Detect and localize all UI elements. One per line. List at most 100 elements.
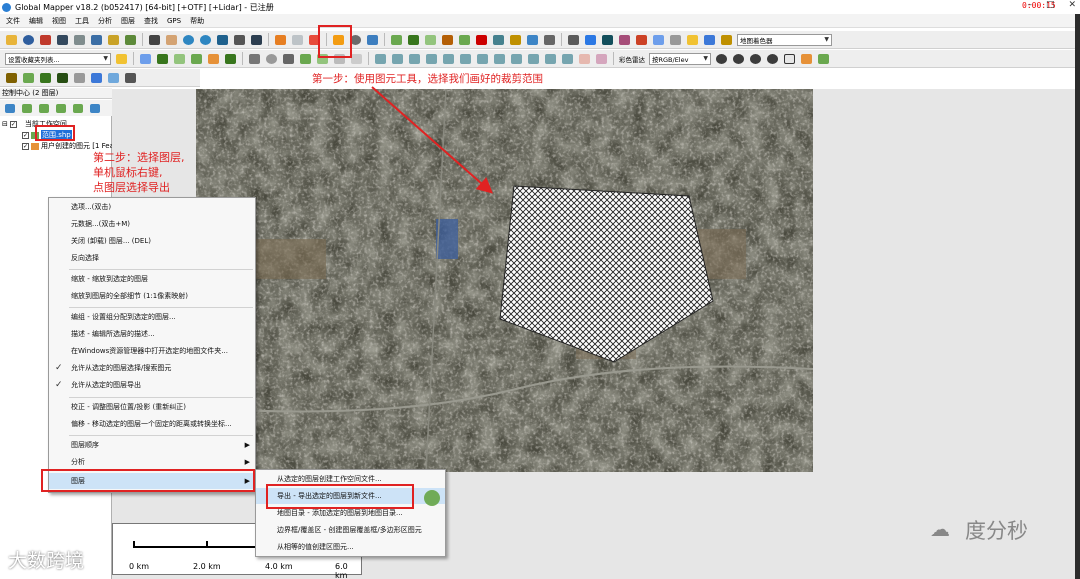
sub-export-layer[interactable]: 导出 - 导出选定的图层到新文件... xyxy=(256,488,445,504)
gear-icon-1[interactable] xyxy=(713,52,729,66)
move-icon-1[interactable] xyxy=(372,52,388,66)
zoom-box-icon[interactable] xyxy=(214,33,230,47)
ctx-open-folder[interactable]: 在Windows资源管理器中打开选定的地图文件夹... xyxy=(49,343,255,359)
move-icon-4[interactable] xyxy=(423,52,439,66)
profile-icon[interactable] xyxy=(280,52,296,66)
grid-icon[interactable] xyxy=(565,33,581,47)
target-icon[interactable] xyxy=(263,52,279,66)
terrain-icon-6[interactable] xyxy=(490,33,506,47)
blend-icon[interactable] xyxy=(616,33,632,47)
ctx-layer[interactable]: 图层 ▶ xyxy=(49,473,255,489)
line-tool-icon-4[interactable] xyxy=(188,52,204,66)
ctx-layer-order[interactable]: 图层顺序 ▶ xyxy=(49,437,255,453)
ctx-zoom-layer[interactable]: 缩放 - 缩放到选定的图层 xyxy=(49,271,255,287)
save-icon[interactable] xyxy=(54,33,70,47)
line-tool-icon-3[interactable] xyxy=(171,52,187,66)
slope-icon[interactable] xyxy=(633,33,649,47)
feature-info-icon[interactable] xyxy=(347,33,363,47)
move-icon-11[interactable] xyxy=(542,52,558,66)
tree-expander[interactable]: ⊟ xyxy=(2,120,8,128)
table-icon[interactable] xyxy=(88,33,104,47)
ctx-allow-select[interactable]: ✓ 允许从选定的图层选择/搜索图元 xyxy=(49,360,255,376)
tree-layer-range-checkbox[interactable]: ✓ xyxy=(22,131,29,139)
flag-icon[interactable] xyxy=(473,33,489,47)
close-icon[interactable]: ✕ xyxy=(1068,0,1076,10)
tree-layer-features-checkbox[interactable]: ✓ xyxy=(22,142,29,150)
move-icon-12[interactable] xyxy=(559,52,575,66)
ctx-rectify[interactable]: 校正 - 调整图层位置/投影 (重新纠正) xyxy=(49,399,255,415)
terrain-icon-3[interactable] xyxy=(422,33,438,47)
edit-disabled-icon[interactable] xyxy=(348,52,364,66)
lidar-icon[interactable] xyxy=(718,33,734,47)
gear-icon-4[interactable] xyxy=(764,52,780,66)
tree-root[interactable]: ⊟ ✓ 当前工作空间 xyxy=(2,119,67,129)
pencil-icon[interactable] xyxy=(272,33,288,47)
line-draw-icon[interactable] xyxy=(331,52,347,66)
sub-create-workspace[interactable]: 从选定的图层创建工作空间文件... xyxy=(256,471,445,487)
grass-icon[interactable] xyxy=(20,71,36,85)
move-icon-9[interactable] xyxy=(508,52,524,66)
data-icon[interactable] xyxy=(37,33,53,47)
menu-tools[interactable]: 工具 xyxy=(75,16,89,26)
filter-icon[interactable] xyxy=(798,52,814,66)
move-icon-3[interactable] xyxy=(406,52,422,66)
building-icon[interactable] xyxy=(71,71,87,85)
shader-icon[interactable] xyxy=(599,33,615,47)
sun-icon[interactable] xyxy=(684,33,700,47)
tree-root-checkbox[interactable]: ✓ xyxy=(9,120,17,128)
move-icon-2[interactable] xyxy=(389,52,405,66)
favorites-select[interactable]: 设置收藏夹列表... ▼ xyxy=(5,52,111,65)
paint-icon[interactable] xyxy=(582,33,598,47)
sub-map-catalog[interactable]: 地图目录 - 添加选定的图层到地图目录... xyxy=(256,505,445,521)
wave-icon[interactable] xyxy=(105,71,121,85)
ctx-options[interactable]: 选项...(双击) xyxy=(49,199,255,215)
ctx-group[interactable]: 编组 - 设置组分配到选定的图层... xyxy=(49,309,255,325)
terrain-icon-7[interactable] xyxy=(507,33,523,47)
water-drop-icon[interactable] xyxy=(88,71,104,85)
path-icon[interactable] xyxy=(297,52,313,66)
brush-icon[interactable] xyxy=(815,52,831,66)
pan-hand-icon[interactable] xyxy=(163,33,179,47)
back-arrow-icon[interactable] xyxy=(231,33,247,47)
star-icon[interactable] xyxy=(113,52,129,66)
digitizer-icon[interactable] xyxy=(364,33,380,47)
ctx-invert-selection[interactable]: 反向选择 xyxy=(49,250,255,266)
line-tool-icon-6[interactable] xyxy=(222,52,238,66)
mountain-icon[interactable] xyxy=(3,71,19,85)
terrain-icon-8[interactable] xyxy=(524,33,540,47)
satellite-imagery[interactable] xyxy=(196,89,813,472)
menu-file[interactable]: 文件 xyxy=(6,16,20,26)
contour-icon[interactable] xyxy=(650,33,666,47)
terrain-icon-2[interactable] xyxy=(405,33,421,47)
warning-icon[interactable] xyxy=(781,52,797,66)
line-tool-icon-2[interactable] xyxy=(154,52,170,66)
view-icon[interactable] xyxy=(314,52,330,66)
move-icon-6[interactable] xyxy=(457,52,473,66)
menu-layer[interactable]: 图层 xyxy=(121,16,135,26)
ctx-description[interactable]: 描述 - 编辑所选层的描述... xyxy=(49,326,255,342)
ctx-zoom-full[interactable]: 缩放到图层的全部细节 (1:1像素映射) xyxy=(49,288,255,304)
terrain-icon-4[interactable] xyxy=(439,33,455,47)
menu-analysis[interactable]: 分析 xyxy=(98,16,112,26)
water-icon[interactable] xyxy=(701,33,717,47)
menu-search[interactable]: 查找 xyxy=(144,16,158,26)
feature-edit-icon[interactable] xyxy=(330,33,346,47)
terrain-icon-1[interactable] xyxy=(388,33,404,47)
map-icon[interactable] xyxy=(122,33,138,47)
shader-select[interactable]: 地图着色器 ▼ xyxy=(737,33,832,46)
gear-icon-2[interactable] xyxy=(730,52,746,66)
maximize-icon[interactable]: □ xyxy=(1046,0,1055,10)
tree-icon-2[interactable] xyxy=(54,71,70,85)
layer-icon[interactable] xyxy=(105,33,121,47)
menu-edit[interactable]: 编辑 xyxy=(29,16,43,26)
page-icon[interactable] xyxy=(289,33,305,47)
open-folder-icon[interactable] xyxy=(3,33,19,47)
color-mode-select[interactable]: 按RGB/Elev ▼ xyxy=(649,52,711,65)
tree-icon[interactable] xyxy=(37,71,53,85)
ctx-shift[interactable]: 偏移 - 移动选定的图层一个固定的距离或转换坐标... xyxy=(49,416,255,432)
menu-view[interactable]: 视图 xyxy=(52,16,66,26)
zoom-in-icon[interactable] xyxy=(180,33,196,47)
move-icon-7[interactable] xyxy=(474,52,490,66)
tag-icon[interactable] xyxy=(593,52,609,66)
ctx-analysis[interactable]: 分析 ▶ xyxy=(49,454,255,470)
